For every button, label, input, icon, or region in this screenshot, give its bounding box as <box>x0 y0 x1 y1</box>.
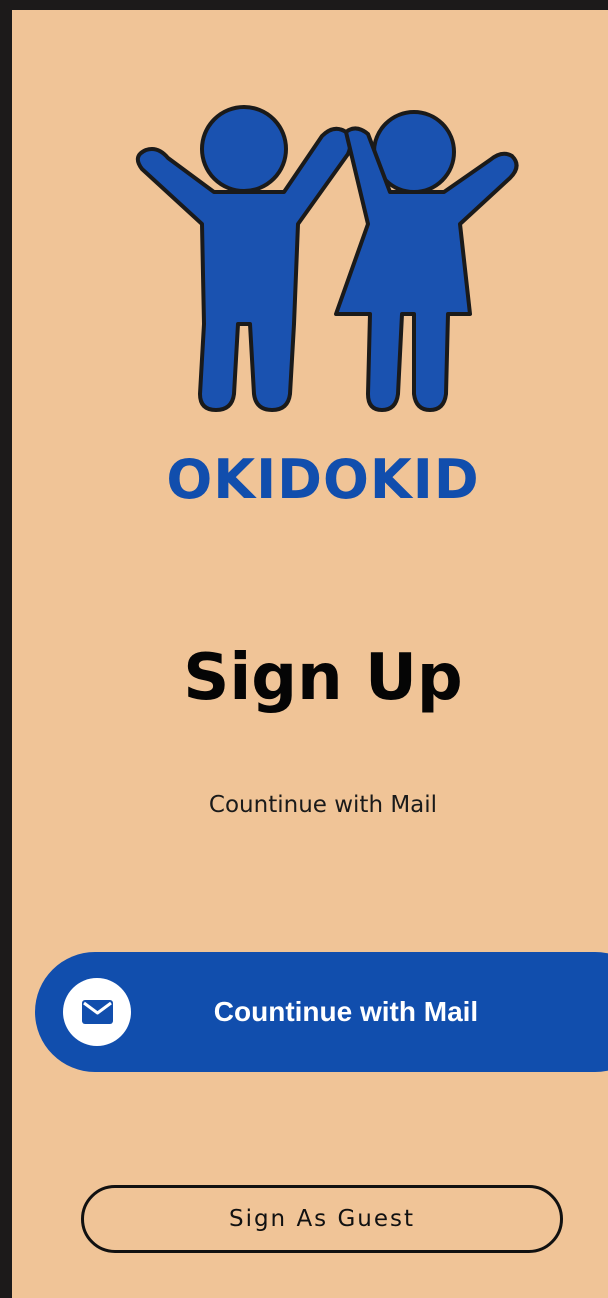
two-kids-holding-hands-icon <box>135 105 519 412</box>
continue-with-mail-button[interactable]: Countinue with Mail <box>35 952 608 1072</box>
page-subtitle: Countinue with Mail <box>208 792 438 818</box>
envelope-icon <box>82 1000 113 1024</box>
logo <box>84 74 564 434</box>
signup-screen: OKIDOKID Sign Up Countinue with Mail Cou… <box>12 10 608 1298</box>
sign-as-guest-button[interactable]: Sign As Guest <box>81 1185 563 1253</box>
mail-icon <box>63 978 131 1046</box>
mail-button-label: Countinue with Mail <box>213 996 479 1027</box>
brand-name: OKIDOKID <box>166 448 480 511</box>
page-title: Sign Up <box>183 641 463 715</box>
